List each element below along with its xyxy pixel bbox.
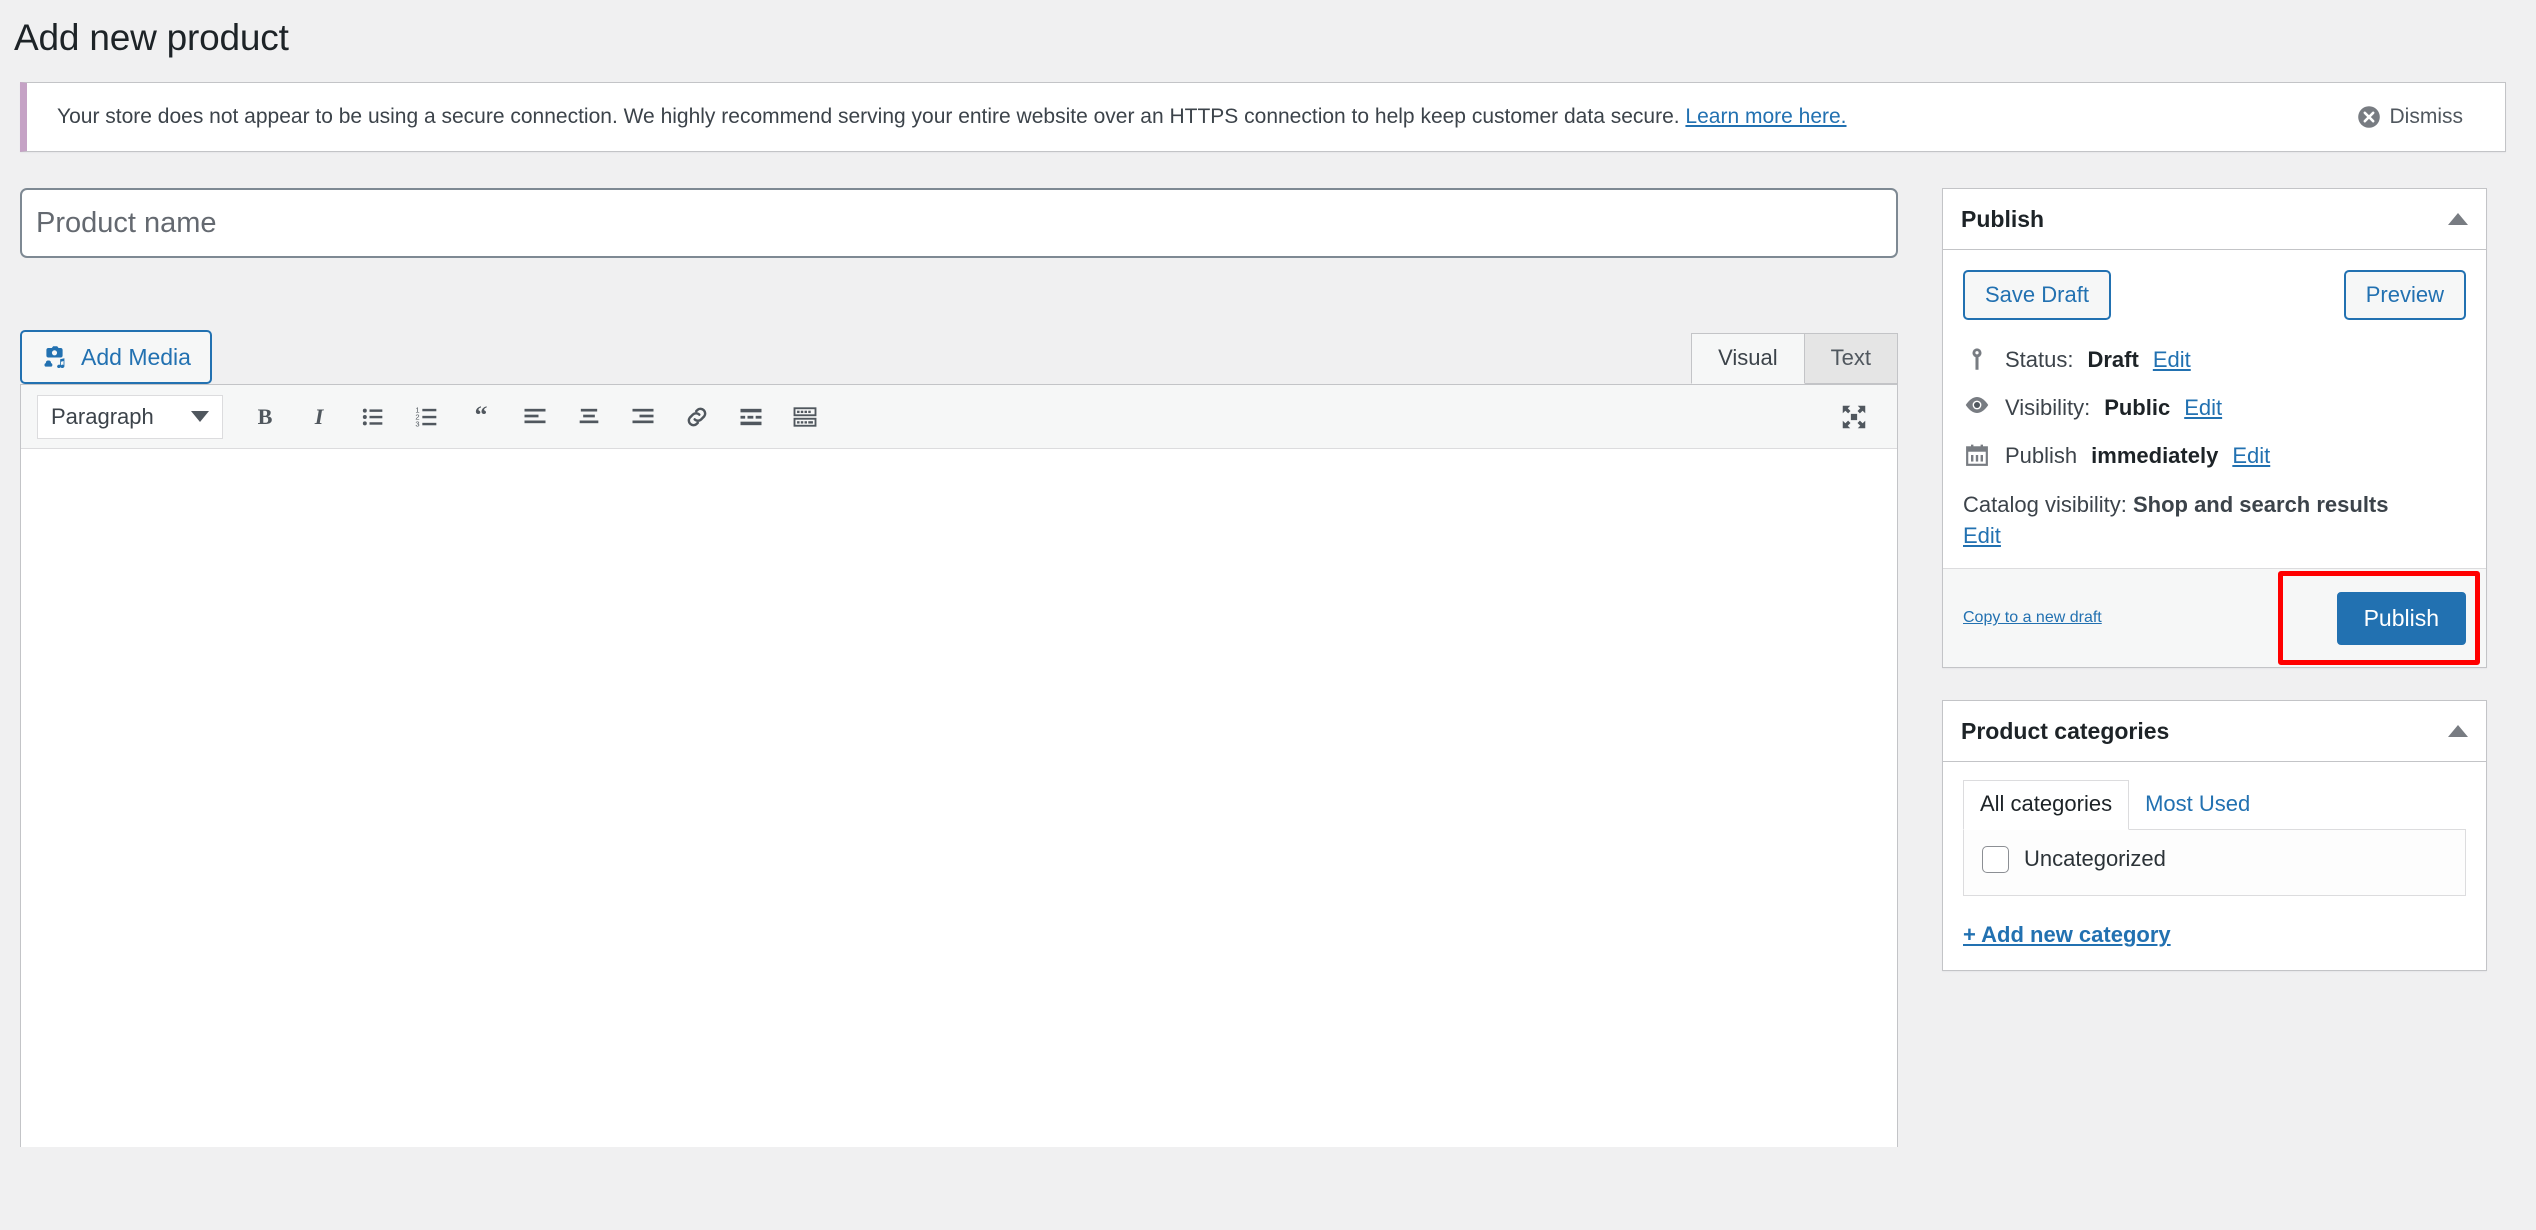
content-editor: Paragraph B I 1 2 3 “	[20, 384, 1898, 1148]
save-draft-button[interactable]: Save Draft	[1963, 270, 2111, 321]
chevron-down-icon	[191, 411, 209, 423]
editor-toolbar: Paragraph B I 1 2 3 “	[21, 385, 1897, 450]
triangle-up-icon[interactable]	[2448, 213, 2468, 226]
svg-text:3: 3	[415, 419, 419, 428]
publish-panel-header: Publish	[1943, 189, 2486, 251]
editor-mode-tabs: Visual Text	[1691, 332, 1898, 385]
main-column: Add Media Visual Text Paragraph B	[20, 188, 1898, 1148]
categories-panel-header: Product categories	[1943, 701, 2486, 763]
side-column: Publish Save Draft Preview Status: Draft…	[1942, 188, 2487, 1003]
fullscreen-button[interactable]	[1827, 390, 1881, 444]
edit-publish-date-link[interactable]: Edit	[2232, 441, 2270, 471]
secure-connection-notice: Your store does not appear to be using a…	[20, 82, 2506, 153]
publish-meta: Status: Draft Edit Visibility: Public Ed…	[1943, 326, 2486, 568]
bold-button[interactable]: B	[238, 390, 292, 444]
visibility-value: Public	[2104, 395, 2171, 421]
edit-visibility-link[interactable]: Edit	[2184, 393, 2222, 423]
categories-panel-title: Product categories	[1961, 717, 2170, 744]
publish-date-row: Publish immediately Edit	[1963, 432, 2466, 480]
editor-content-area[interactable]	[21, 449, 1897, 1148]
add-media-button[interactable]: Add Media	[20, 330, 212, 385]
status-row: Status: Draft Edit	[1963, 336, 2466, 384]
category-checkbox-uncategorized[interactable]	[1982, 845, 2009, 873]
tab-all-categories[interactable]: All categories	[1963, 780, 2130, 830]
read-more-icon	[740, 408, 762, 425]
align-left-button[interactable]	[508, 390, 562, 444]
align-left-icon	[524, 408, 546, 423]
tab-most-used[interactable]: Most Used	[2129, 781, 2266, 829]
publish-panel: Publish Save Draft Preview Status: Draft…	[1942, 188, 2487, 669]
learn-more-link[interactable]: Learn more here.	[1685, 105, 1846, 128]
publish-button[interactable]: Publish	[2336, 591, 2466, 646]
numbered-list-icon: 1 2 3	[415, 405, 437, 428]
tab-visual[interactable]: Visual	[1691, 332, 1805, 385]
link-icon	[687, 407, 707, 426]
paragraph-format-select[interactable]: Paragraph	[37, 394, 223, 439]
toolbar-toggle-button[interactable]	[778, 390, 832, 444]
visibility-row: Visibility: Public Edit	[1963, 384, 2466, 432]
notice-text: Your store does not appear to be using a…	[27, 102, 1847, 131]
align-center-icon	[579, 408, 599, 423]
svg-text:“: “	[475, 403, 488, 429]
categories-list: Uncategorized	[1963, 829, 2466, 896]
notice-message: Your store does not appear to be using a…	[57, 105, 1680, 129]
copy-to-new-draft-link[interactable]: Copy to a new draft	[1963, 609, 2102, 627]
italic-icon: I	[314, 404, 325, 429]
blockquote-icon: “	[475, 403, 488, 429]
catalog-visibility-row: Catalog visibility: Shop and search resu…	[1963, 480, 2466, 557]
edit-catalog-visibility-link[interactable]: Edit	[1963, 523, 2001, 548]
numbered-list-button[interactable]: 1 2 3	[400, 390, 454, 444]
italic-button[interactable]: I	[292, 390, 346, 444]
eye-icon	[1963, 393, 1991, 415]
fullscreen-expand-icon	[1842, 405, 1866, 428]
categories-tabs: All categories Most Used	[1963, 780, 2466, 830]
blockquote-button[interactable]: “	[454, 390, 508, 444]
visibility-label: Visibility:	[2005, 395, 2091, 421]
bulleted-list-icon	[362, 408, 383, 425]
status-value: Draft	[2087, 347, 2139, 373]
paragraph-format-value: Paragraph	[51, 403, 154, 429]
preview-button[interactable]: Preview	[2343, 270, 2466, 321]
page-title: Add new product	[14, 17, 289, 58]
bulleted-list-button[interactable]	[346, 390, 400, 444]
toolbar-toggle-icon	[793, 406, 817, 427]
pin-icon	[1963, 345, 1991, 373]
editor-layout: Add Media Visual Text Paragraph B	[0, 188, 2536, 1148]
dismiss-notice-button[interactable]: Dismiss	[2357, 105, 2464, 129]
media-buttons-row: Add Media Visual Text	[20, 322, 1898, 385]
category-label: Uncategorized	[2024, 846, 2166, 872]
triangle-up-icon[interactable]	[2448, 725, 2468, 738]
calendar-icon	[1963, 441, 1991, 467]
bold-icon: B	[258, 404, 273, 429]
status-label: Status:	[2005, 347, 2074, 373]
close-circle-icon	[2357, 106, 2380, 128]
catalog-visibility-value: Shop and search results	[2132, 491, 2389, 517]
svg-text:B: B	[258, 404, 273, 429]
edit-status-link[interactable]: Edit	[2153, 345, 2191, 375]
publish-date-value: immediately	[2091, 442, 2219, 468]
publish-actions: Save Draft Preview	[1943, 250, 2486, 326]
add-new-category-link[interactable]: + Add new category	[1963, 922, 2171, 948]
publish-footer: Copy to a new draft Publish	[1943, 568, 2486, 668]
product-categories-panel: Product categories All categories Most U…	[1942, 700, 2487, 971]
publish-panel-title: Publish	[1961, 205, 2045, 232]
publish-date-label: Publish	[2005, 442, 2078, 468]
tab-text[interactable]: Text	[1803, 332, 1898, 385]
align-center-button[interactable]	[562, 390, 616, 444]
svg-text:I: I	[314, 404, 325, 429]
align-right-button[interactable]	[616, 390, 670, 444]
product-name-input[interactable]	[20, 188, 1898, 259]
insert-link-button[interactable]	[670, 390, 724, 444]
list-item: Uncategorized	[1982, 845, 2447, 873]
media-camera-music-icon	[44, 345, 65, 368]
categories-body: All categories Most Used Uncategorized +…	[1943, 762, 2486, 970]
read-more-button[interactable]	[724, 390, 778, 444]
add-media-label: Add Media	[81, 343, 191, 370]
dismiss-label: Dismiss	[2389, 105, 2464, 129]
catalog-visibility-label: Catalog visibility:	[1963, 491, 2127, 517]
align-right-icon	[632, 408, 654, 423]
